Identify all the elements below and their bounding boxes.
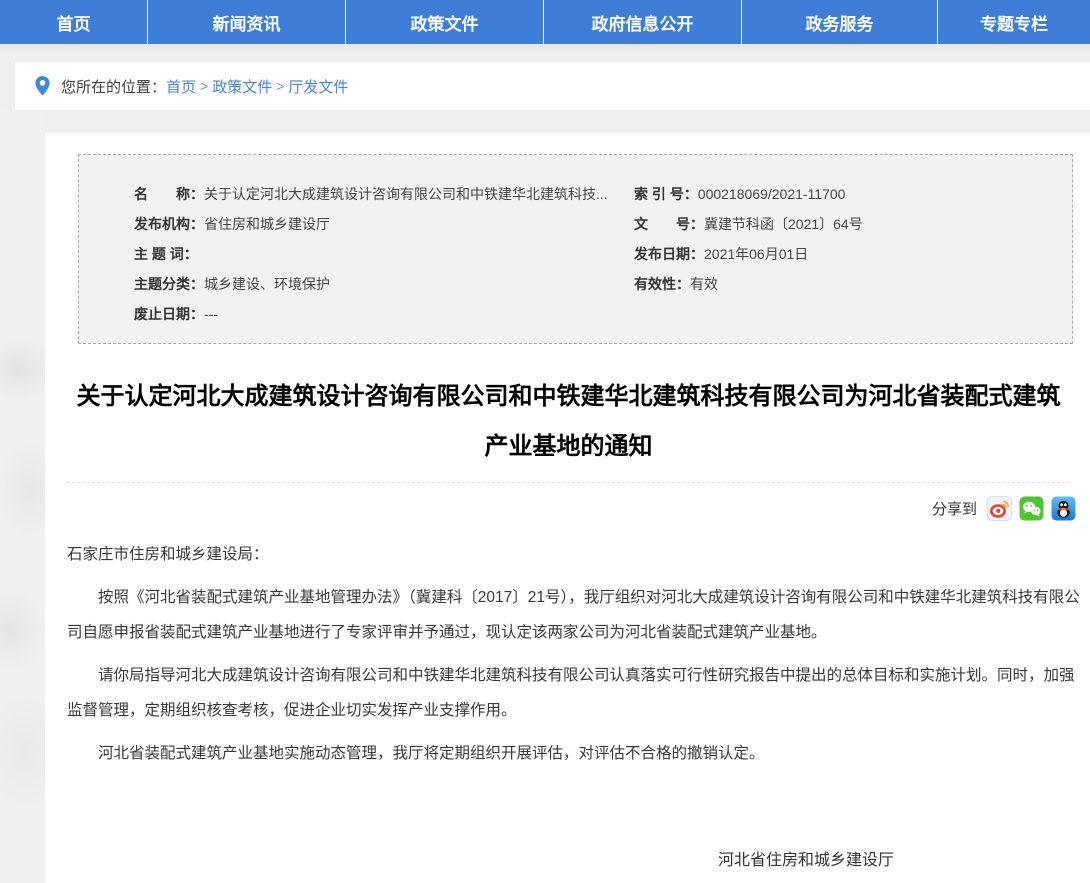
breadcrumb-link-dept-docs[interactable]: 厅发文件 xyxy=(288,76,348,97)
meta-value: 冀建节科函〔2021〕64号 xyxy=(704,216,863,232)
document-body: 石家庄市住房和城乡建设局： 按照《河北省装配式建筑产业基地管理办法》（冀建科〔2… xyxy=(67,537,1084,883)
meta-row-keywords: 主 题 词： xyxy=(134,239,634,269)
nav-item-gov-info[interactable]: 政府信息公开 xyxy=(544,0,742,44)
meta-label: 废止日期： xyxy=(134,306,204,322)
paragraph-2: 请你局指导河北大成建筑设计咨询有限公司和中铁建华北建筑科技有限公司认真落实可行性… xyxy=(67,658,1084,728)
meta-label: 有效性： xyxy=(634,276,690,292)
top-nav: 首页 新闻资讯 政策文件 政府信息公开 政务服务 专题专栏 xyxy=(0,0,1090,44)
nav-item-services[interactable]: 政务服务 xyxy=(742,0,938,44)
meta-value: --- xyxy=(204,306,218,322)
meta-value: 关于认定河北大成建筑设计咨询有限公司和中铁建华北建筑科技... xyxy=(204,186,608,202)
meta-label: 索 引 号： xyxy=(634,186,698,202)
nav-item-special[interactable]: 专题专栏 xyxy=(938,0,1090,44)
meta-label: 发布日期： xyxy=(634,246,704,262)
meta-value: 000218069/2021-11700 xyxy=(698,186,846,202)
share-bar: 分享到 xyxy=(45,496,1076,521)
meta-label: 主 题 词： xyxy=(134,246,198,262)
nav-item-home[interactable]: 首页 xyxy=(0,0,148,44)
meta-row-name: 名 称：关于认定河北大成建筑设计咨询有限公司和中铁建华北建筑科技... xyxy=(134,179,634,209)
paragraph-1: 按照《河北省装配式建筑产业基地管理办法》（冀建科〔2017〕21号），我厅组织对… xyxy=(67,580,1084,650)
meta-row-category: 主题分类：城乡建设、环境保护 xyxy=(134,269,634,299)
meta-column-right: 索 引 号：000218069/2021-11700 文 号：冀建节科函〔202… xyxy=(634,179,1072,329)
breadcrumb-link-policy[interactable]: 政策文件 xyxy=(212,76,272,97)
breadcrumb-separator: > xyxy=(276,78,284,94)
meta-row-index-number: 索 引 号：000218069/2021-11700 xyxy=(634,179,1072,209)
meta-value: 有效 xyxy=(690,276,718,292)
background-watermark xyxy=(0,110,45,883)
meta-label: 发布机构： xyxy=(134,216,204,232)
meta-row-doc-number: 文 号：冀建节科函〔2021〕64号 xyxy=(634,209,1072,239)
meta-row-publish-date: 发布日期：2021年06月01日 xyxy=(634,239,1072,269)
meta-row-repeal-date: 废止日期：--- xyxy=(134,299,634,329)
nav-bottom-strip xyxy=(0,44,1090,62)
nav-item-news[interactable]: 新闻资讯 xyxy=(148,0,346,44)
wechat-icon[interactable] xyxy=(1019,496,1044,521)
meta-label: 文 号： xyxy=(634,216,704,232)
breadcrumb: 您所在的位置： 首页 > 政策文件 > 厅发文件 xyxy=(15,62,1090,110)
meta-row-issuer: 发布机构：省住房和城乡建设厅 xyxy=(134,209,634,239)
breadcrumb-label: 您所在的位置： xyxy=(61,76,166,97)
meta-row-validity: 有效性：有效 xyxy=(634,269,1072,299)
signature-agency: 河北省住房和城乡建设厅 xyxy=(718,851,894,871)
meta-value: 城乡建设、环境保护 xyxy=(204,276,330,292)
meta-value: 省住房和城乡建设厅 xyxy=(204,216,330,232)
document-card: 名 称：关于认定河北大成建筑设计咨询有限公司和中铁建华北建筑科技... 发布机构… xyxy=(45,133,1090,883)
meta-label: 主题分类： xyxy=(134,276,204,292)
breadcrumb-link-home[interactable]: 首页 xyxy=(166,76,196,97)
share-label: 分享到 xyxy=(932,498,977,519)
location-pin-icon xyxy=(34,75,51,97)
nav-item-policy[interactable]: 政策文件 xyxy=(346,0,544,44)
qq-icon[interactable] xyxy=(1051,496,1076,521)
meta-label: 名 称： xyxy=(134,186,204,202)
page-title: 关于认定河北大成建筑设计咨询有限公司和中铁建华北建筑科技有限公司为河北省装配式建… xyxy=(67,372,1070,483)
meta-value: 2021年06月01日 xyxy=(704,246,808,262)
signature-block: 河北省住房和城乡建设厅 2021年6月1日 xyxy=(718,851,894,883)
paragraph-3: 河北省装配式建筑产业基地实施动态管理，我厅将定期组织开展评估，对评估不合格的撤销… xyxy=(67,736,1084,771)
document-meta-box: 名 称：关于认定河北大成建筑设计咨询有限公司和中铁建华北建筑科技... 发布机构… xyxy=(78,154,1073,344)
weibo-icon[interactable] xyxy=(987,496,1012,521)
meta-column-left: 名 称：关于认定河北大成建筑设计咨询有限公司和中铁建华北建筑科技... 发布机构… xyxy=(79,179,634,329)
salutation: 石家庄市住房和城乡建设局： xyxy=(67,537,1084,572)
breadcrumb-separator: > xyxy=(200,78,208,94)
